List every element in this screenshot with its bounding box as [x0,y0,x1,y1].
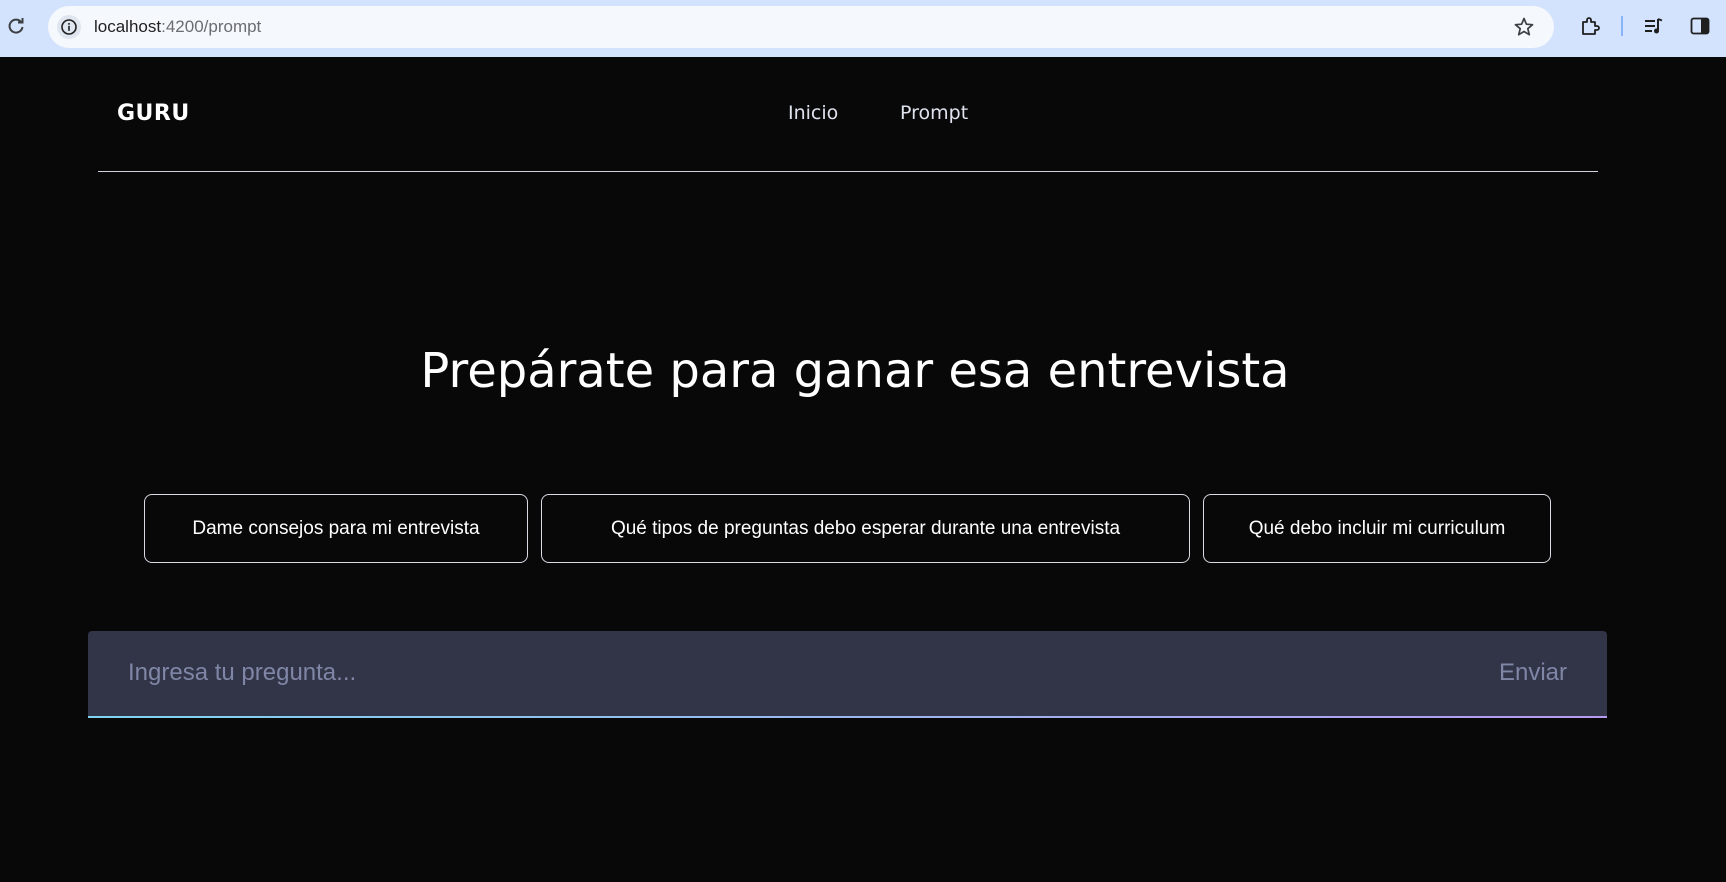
bookmark-star-icon[interactable] [1512,15,1536,39]
toolbar-separator [1621,16,1623,36]
url-path: :4200/prompt [161,17,262,36]
site-info-icon[interactable] [57,15,81,39]
extensions-icon[interactable] [1578,14,1602,38]
question-input[interactable] [128,653,1328,693]
prompt-underline [88,716,1607,718]
suggestion-button-consejos[interactable]: Dame consejos para mi entrevista [144,494,528,563]
address-bar[interactable]: localhost:4200/prompt [48,6,1554,48]
nav-link-inicio[interactable]: Inicio [788,102,838,124]
side-panel-icon[interactable] [1688,14,1712,38]
send-button[interactable]: Enviar [1499,659,1567,687]
browser-toolbar: localhost:4200/prompt [0,0,1726,57]
reload-icon[interactable] [5,15,27,37]
nav-link-prompt[interactable]: Prompt [900,102,968,124]
prompt-bar: Enviar [88,631,1607,718]
suggestion-button-tipos-preguntas[interactable]: Qué tipos de preguntas debo esperar dura… [541,494,1190,563]
page: GURU Inicio Prompt Prepárate para ganar … [0,57,1726,882]
address-url[interactable]: localhost:4200/prompt [94,17,261,37]
page-title: Prepárate para ganar esa entrevista [0,343,1726,399]
media-controls-icon[interactable] [1642,14,1666,38]
url-host: localhost [94,17,162,36]
suggestion-button-curriculum[interactable]: Qué debo incluir mi curriculum [1203,494,1551,563]
page-title-text: Prepárate para ganar esa entrevista [420,343,1290,399]
logo[interactable]: GURU [117,101,190,126]
header-divider [98,171,1598,172]
